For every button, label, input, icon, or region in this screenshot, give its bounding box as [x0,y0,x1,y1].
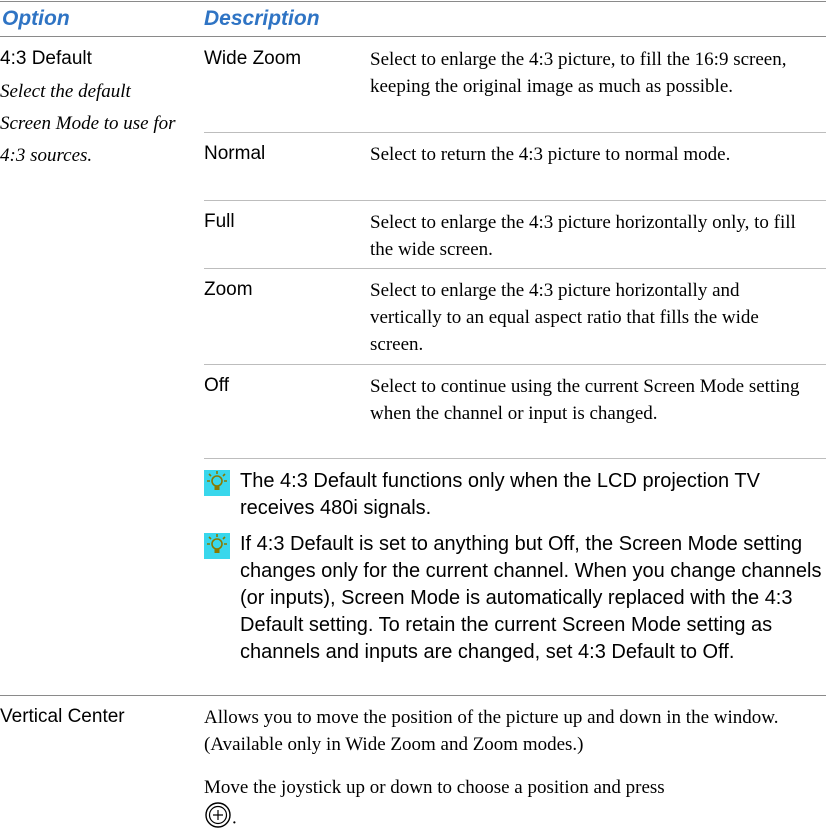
mode-desc-off: Select to continue using the current Scr… [370,376,800,424]
joystick-button-icon [204,801,232,837]
mode-label-normal: Normal [204,143,266,164]
header-rule [0,36,826,37]
vertical-center-description: Allows you to move the position of the p… [204,707,779,755]
row-divider [204,458,826,459]
vertical-center-instruction: Move the joystick up or down to choose a… [204,774,824,837]
option-title-default43: 4:3 Default [0,48,92,69]
section-rule [0,695,826,696]
header-option: Option [2,7,70,30]
top-rule [0,1,826,2]
header-description: Description [204,7,320,30]
mode-label-zoom: Zoom [204,279,253,300]
row-divider [204,364,826,365]
mode-label-full: Full [204,211,235,232]
row-divider [204,132,826,133]
option-title-vertical-center: Vertical Center [0,706,125,727]
instruction-text: Move the joystick up or down to choose a… [204,777,665,798]
lightbulb-icon [204,470,230,496]
mode-desc-full: Select to enlarge the 4:3 picture horizo… [370,212,796,260]
mode-desc-normal: Select to return the 4:3 picture to norm… [370,144,731,165]
option-description-default43: Select the default Screen Mode to use fo… [0,81,176,166]
mode-desc-wide-zoom: Select to enlarge the 4:3 picture, to fi… [370,49,787,97]
mode-label-wide-zoom: Wide Zoom [204,48,302,69]
tip-text: If 4:3 Default is set to anything but Of… [240,533,822,663]
mode-label-off: Off [204,375,229,396]
row-divider [204,200,826,201]
mode-desc-zoom: Select to enlarge the 4:3 picture horizo… [370,280,759,355]
lightbulb-icon [204,533,230,559]
instruction-end: . [232,807,237,829]
row-divider [204,268,826,269]
tip-text: The 4:3 Default functions only when the … [240,470,760,519]
